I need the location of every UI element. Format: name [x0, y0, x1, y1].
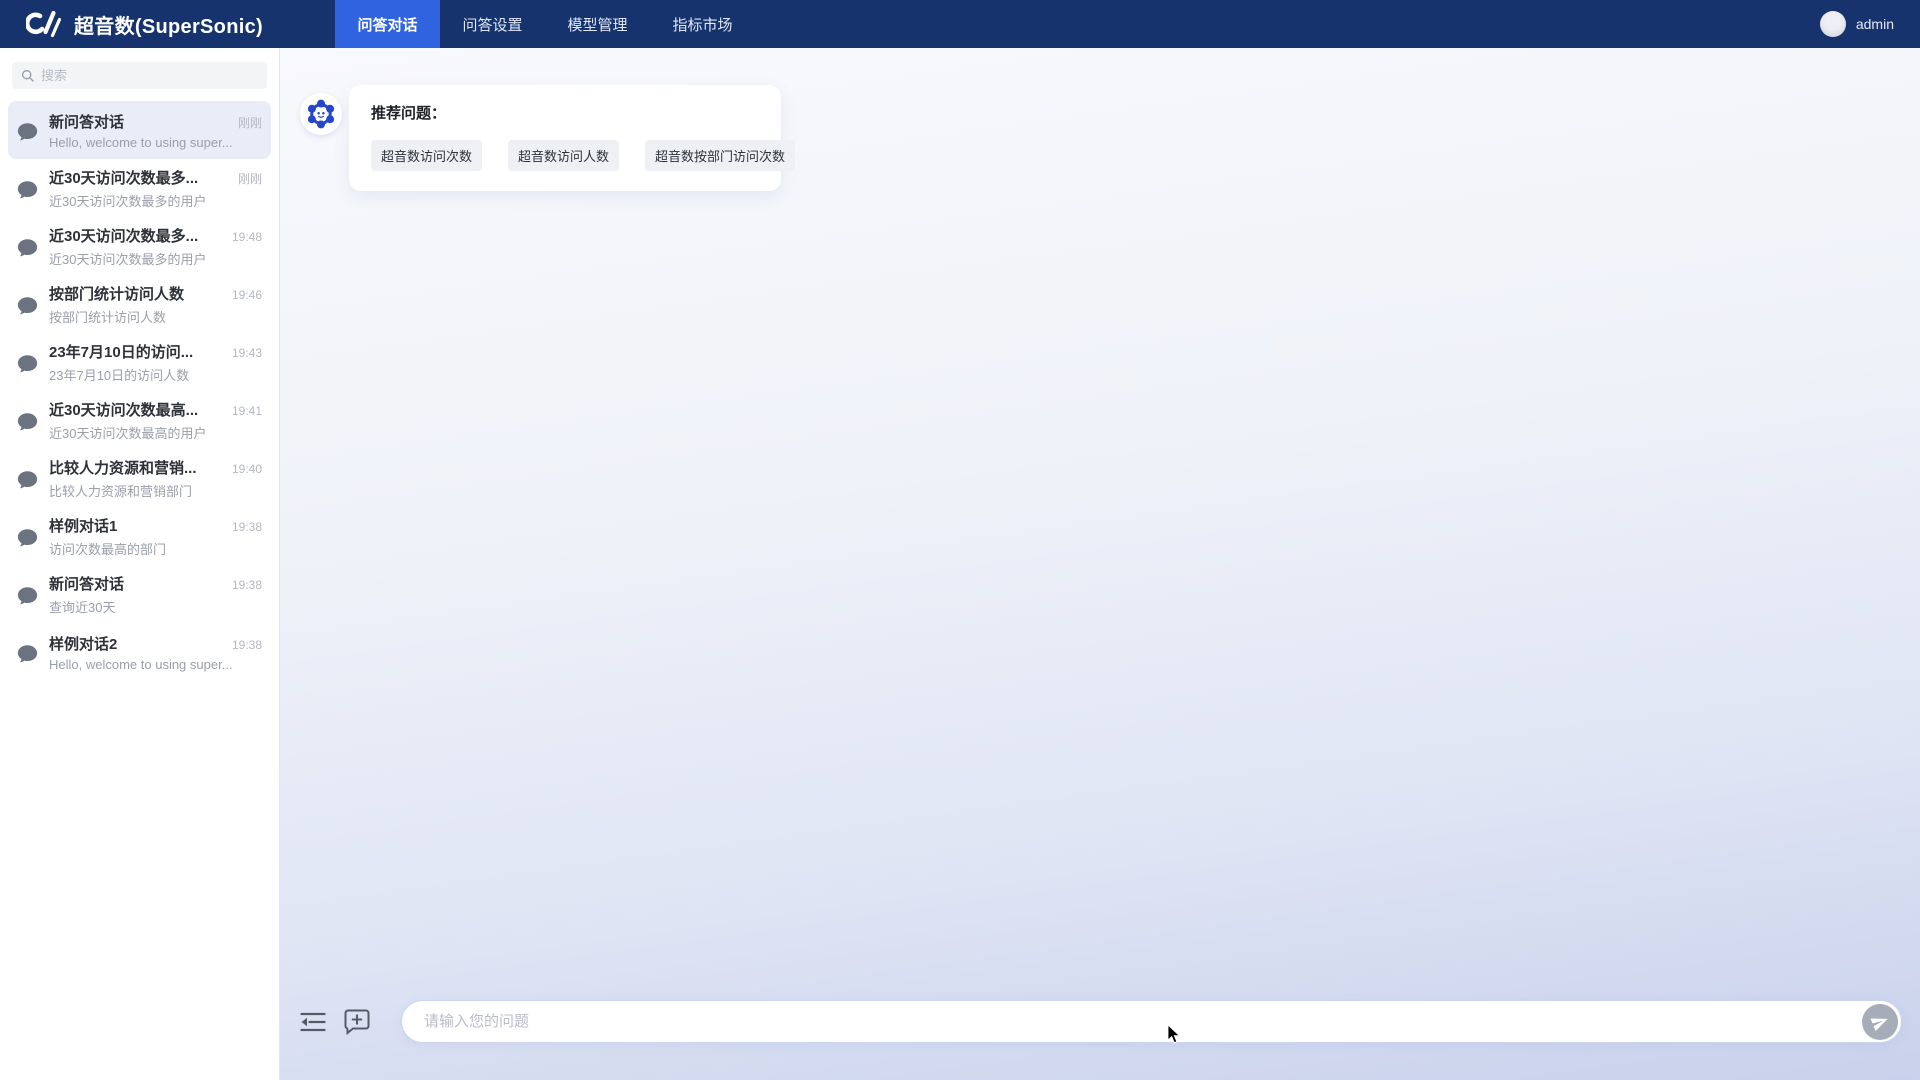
conversation-time: 19:41	[232, 404, 262, 418]
conversation-title: 样例对话2	[49, 633, 117, 654]
chat-bubble-icon	[17, 180, 38, 200]
conversation-list: 新问答对话 刚刚 Hello, welcome to using super..…	[0, 101, 279, 681]
brand: 超音数(SuperSonic)	[0, 0, 335, 48]
conversation-title: 近30天访问次数最多...	[49, 167, 198, 188]
recommend-card: 推荐问题： 超音数访问次数 超音数访问人数 超音数按部门访问次数	[349, 85, 781, 191]
chat-bubble-icon	[17, 238, 38, 258]
chat-bubble-icon	[17, 412, 38, 432]
nav-tabs: 问答对话 问答设置 模型管理 指标市场	[335, 0, 755, 48]
bot-avatar-icon	[300, 93, 342, 135]
chat-area: 推荐问题： 超音数访问次数 超音数访问人数 超音数按部门访问次数	[280, 48, 1920, 1080]
app-title: 超音数(SuperSonic)	[74, 10, 263, 39]
composer-bar	[300, 1000, 1902, 1043]
conversation-time: 19:48	[232, 230, 262, 244]
user-name: admin	[1856, 16, 1894, 32]
conversation-texts: 近30天访问次数最多... 刚刚 近30天访问次数最多的用户	[49, 167, 262, 210]
question-input-wrap	[401, 1000, 1902, 1043]
conversation-title: 新问答对话	[49, 573, 124, 594]
search-input[interactable]	[41, 68, 258, 83]
nav-tab[interactable]: 问答设置	[440, 0, 545, 48]
search-icon	[21, 69, 34, 82]
conversation-time: 19:38	[232, 520, 262, 534]
conversation-subtitle: 访问次数最高的部门	[49, 539, 262, 558]
conversation-subtitle: 按部门统计访问人数	[49, 307, 262, 326]
nav-tab[interactable]: 模型管理	[545, 0, 650, 48]
conversation-subtitle: 近30天访问次数最多的用户	[49, 249, 262, 268]
conversation-title: 样例对话1	[49, 515, 117, 536]
new-conversation-icon[interactable]	[343, 1008, 371, 1035]
question-input[interactable]	[401, 1000, 1902, 1043]
conversation-item[interactable]: 比较人力资源和营销... 19:40 比较人力资源和营销部门	[8, 449, 271, 507]
conversation-item[interactable]: 近30天访问次数最多... 刚刚 近30天访问次数最多的用户	[8, 159, 271, 217]
chat-bubble-icon	[17, 528, 38, 548]
conversation-texts: 近30天访问次数最高... 19:41 近30天访问次数最高的用户	[49, 399, 262, 442]
conversation-item[interactable]: 近30天访问次数最多... 19:48 近30天访问次数最多的用户	[8, 217, 271, 275]
conversation-item[interactable]: 新问答对话 刚刚 Hello, welcome to using super..…	[8, 101, 271, 159]
conversation-subtitle: Hello, welcome to using super...	[49, 135, 262, 150]
supersonic-logo-icon	[26, 9, 62, 39]
conversation-item[interactable]: 近30天访问次数最高... 19:41 近30天访问次数最高的用户	[8, 391, 271, 449]
chat-bubble-icon	[17, 470, 38, 490]
suggested-question-button[interactable]: 超音数访问次数	[371, 140, 482, 171]
nav-user-area[interactable]: admin	[1820, 0, 1920, 48]
conversation-subtitle: 23年7月10日的访问人数	[49, 365, 262, 384]
conversation-texts: 样例对话1 19:38 访问次数最高的部门	[49, 515, 262, 558]
user-avatar[interactable]	[1820, 11, 1846, 37]
conversation-texts: 样例对话2 19:38 Hello, welcome to using supe…	[49, 633, 262, 672]
conversation-title: 近30天访问次数最高...	[49, 399, 198, 420]
nav-tab[interactable]: 指标市场	[650, 0, 755, 48]
conversation-subtitle: 近30天访问次数最高的用户	[49, 423, 262, 442]
conversation-texts: 近30天访问次数最多... 19:48 近30天访问次数最多的用户	[49, 225, 262, 268]
conversation-texts: 新问答对话 刚刚 Hello, welcome to using super..…	[49, 111, 262, 150]
conversation-texts: 新问答对话 19:38 查询近30天	[49, 573, 262, 616]
conversation-sidebar: 新问答对话 刚刚 Hello, welcome to using super..…	[0, 48, 280, 1080]
suggested-question-button[interactable]: 超音数访问人数	[508, 140, 619, 171]
search-box[interactable]	[12, 62, 267, 89]
menu-fold-icon[interactable]	[300, 1011, 326, 1033]
conversation-time: 刚刚	[238, 170, 262, 187]
conversation-texts: 按部门统计访问人数 19:46 按部门统计访问人数	[49, 283, 262, 326]
conversation-title: 按部门统计访问人数	[49, 283, 184, 304]
conversation-time: 19:38	[232, 578, 262, 592]
nav-tab-label: 指标市场	[672, 14, 732, 35]
conversation-texts: 23年7月10日的访问... 19:43 23年7月10日的访问人数	[49, 341, 262, 384]
conversation-title: 比较人力资源和营销...	[49, 457, 197, 478]
conversation-subtitle: 查询近30天	[49, 597, 262, 616]
chat-bubble-icon	[17, 644, 38, 664]
recommend-title: 推荐问题：	[371, 102, 759, 123]
conversation-subtitle: Hello, welcome to using super...	[49, 657, 262, 672]
suggested-question-button[interactable]: 超音数按部门访问次数	[645, 140, 795, 171]
chat-bubble-icon	[17, 586, 38, 606]
recommend-chips: 超音数访问次数 超音数访问人数 超音数按部门访问次数	[371, 140, 759, 171]
conversation-title: 近30天访问次数最多...	[49, 225, 198, 246]
bot-message-row: 推荐问题： 超音数访问次数 超音数访问人数 超音数按部门访问次数	[300, 85, 781, 191]
chat-bubble-icon	[17, 296, 38, 316]
conversation-subtitle: 比较人力资源和营销部门	[49, 481, 262, 500]
send-plane-icon	[1868, 1010, 1891, 1033]
chat-bubble-icon	[17, 354, 38, 374]
send-button[interactable]	[1862, 1004, 1898, 1040]
conversation-item[interactable]: 按部门统计访问人数 19:46 按部门统计访问人数	[8, 275, 271, 333]
conversation-title: 新问答对话	[49, 111, 124, 132]
nav-tab-label: 问答设置	[462, 14, 522, 35]
conversation-time: 19:46	[232, 288, 262, 302]
nav-tab-label: 模型管理	[567, 14, 627, 35]
conversation-time: 刚刚	[238, 114, 262, 131]
conversation-item[interactable]: 23年7月10日的访问... 19:43 23年7月10日的访问人数	[8, 333, 271, 391]
conversation-title: 23年7月10日的访问...	[49, 341, 193, 362]
conversation-item[interactable]: 样例对话1 19:38 访问次数最高的部门	[8, 507, 271, 565]
conversation-item[interactable]: 新问答对话 19:38 查询近30天	[8, 565, 271, 623]
conversation-time: 19:38	[232, 638, 262, 652]
nav-tab[interactable]: 问答对话	[335, 0, 440, 48]
nav-tab-label: 问答对话	[357, 14, 417, 35]
conversation-time: 19:43	[232, 346, 262, 360]
top-nav: 超音数(SuperSonic) 问答对话 问答设置 模型管理 指标市场 admi…	[0, 0, 1920, 48]
chat-bubble-icon	[17, 122, 38, 142]
conversation-subtitle: 近30天访问次数最多的用户	[49, 191, 262, 210]
conversation-texts: 比较人力资源和营销... 19:40 比较人力资源和营销部门	[49, 457, 262, 500]
conversation-item[interactable]: 样例对话2 19:38 Hello, welcome to using supe…	[8, 623, 271, 681]
conversation-time: 19:40	[232, 462, 262, 476]
